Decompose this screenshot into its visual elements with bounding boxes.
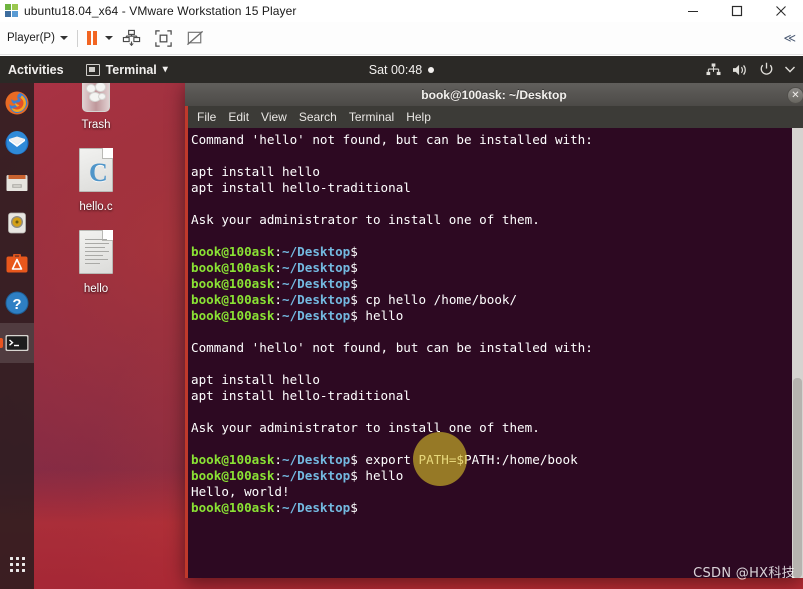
dock-item-firefox[interactable] — [0, 83, 34, 123]
menu-view[interactable]: View — [255, 108, 293, 126]
ubuntu-dock: ? — [0, 83, 34, 589]
help-icon: ? — [4, 290, 30, 316]
terminal-line: apt install hello — [191, 164, 320, 179]
menu-file[interactable]: File — [191, 108, 222, 126]
ubuntu-guest-screen: Activities Terminal ▾ Sat 00:48 ? Trash … — [0, 56, 803, 589]
terminal-scrollbar[interactable] — [792, 128, 803, 578]
c-source-file-icon: C — [75, 148, 117, 198]
thunderbird-icon — [4, 130, 30, 156]
dock-item-thunderbird[interactable] — [0, 123, 34, 163]
chevron-down-icon — [59, 36, 68, 40]
terminal-line: book@100ask:~/Desktop$ export PATH=$PATH… — [191, 452, 578, 467]
watermark-label: CSDN @HX科技 — [693, 566, 795, 581]
desktop-icon-label: hello — [83, 283, 109, 295]
terminal-line: book@100ask:~/Desktop$ — [191, 500, 358, 515]
player-menu-button[interactable]: Player(P) — [7, 32, 68, 44]
activities-button[interactable]: Activities — [8, 63, 64, 77]
terminal-app-icon — [85, 63, 100, 76]
terminal-line: Hello, world! — [191, 484, 290, 499]
terminal-line: apt install hello-traditional — [191, 180, 411, 195]
terminal-line: Ask your administrator to install one of… — [191, 212, 540, 227]
notification-dot-icon — [428, 66, 435, 73]
terminal-title-label: book@100ask: ~/Desktop — [421, 87, 567, 102]
desktop-icon-hello-c[interactable]: C hello.c — [60, 148, 132, 213]
terminal-line: book@100ask:~/Desktop$ hello — [191, 468, 404, 483]
dock-item-files[interactable] — [0, 163, 34, 203]
menu-help[interactable]: Help — [400, 108, 437, 126]
toolbar-separator — [76, 29, 78, 47]
pause-vm-button[interactable] — [86, 31, 97, 45]
terminal-line: apt install hello-traditional — [191, 388, 411, 403]
enter-fullscreen-icon[interactable] — [151, 27, 177, 49]
vmware-titlebar: ubuntu18.04_x64 - VMware Workstation 15 … — [0, 0, 803, 22]
system-menu-caret-icon[interactable] — [785, 66, 795, 73]
window-title: ubuntu18.04_x64 - VMware Workstation 15 … — [24, 3, 297, 18]
dock-item-rhythmbox[interactable] — [0, 203, 34, 243]
menu-search[interactable]: Search — [293, 108, 343, 126]
vmware-toolbar: Player(P) ≪ — [0, 22, 803, 55]
vmware-player-window: ubuntu18.04_x64 - VMware Workstation 15 … — [0, 0, 803, 589]
terminal-text: Command 'hello' not found, but can be in… — [191, 132, 792, 516]
chevron-down-icon: ▾ — [162, 64, 168, 75]
terminal-line: book@100ask:~/Desktop$ cp hello /home/bo… — [191, 292, 518, 307]
scrollbar-thumb[interactable] — [793, 378, 802, 578]
terminal-icon — [4, 330, 30, 356]
grid-icon — [9, 556, 25, 572]
terminal-line: book@100ask:~/Desktop$ — [191, 276, 358, 291]
network-icon[interactable] — [706, 62, 721, 77]
app-menu-label: Terminal — [105, 62, 157, 77]
maximize-button[interactable] — [715, 0, 759, 22]
send-ctrl-alt-del-icon[interactable] — [119, 27, 145, 49]
menu-edit[interactable]: Edit — [222, 108, 255, 126]
terminal-line: Command 'hello' not found, but can be in… — [191, 340, 593, 355]
files-icon — [4, 170, 30, 196]
show-applications-button[interactable] — [0, 547, 34, 581]
close-button[interactable] — [759, 0, 803, 22]
terminal-left-border — [185, 106, 188, 578]
terminal-line: Ask your administrator to install one of… — [191, 420, 540, 435]
terminal-output-area[interactable]: Command 'hello' not found, but can be in… — [185, 128, 803, 578]
unity-mode-icon[interactable] — [183, 27, 209, 49]
svg-text:?: ? — [12, 296, 21, 313]
terminal-menubar: File Edit View Search Terminal Help — [185, 106, 803, 128]
system-tray[interactable] — [706, 56, 795, 83]
terminal-line: book@100ask:~/Desktop$ — [191, 244, 358, 259]
minimize-button[interactable] — [671, 0, 715, 22]
terminal-line: book@100ask:~/Desktop$ hello — [191, 308, 404, 323]
dock-item-terminal[interactable] — [0, 323, 34, 363]
desktop-icon-hello[interactable]: hello — [60, 230, 132, 295]
ubuntu-top-panel: Activities Terminal ▾ Sat 00:48 — [0, 56, 803, 83]
rhythmbox-icon — [4, 210, 30, 236]
dock-item-help[interactable]: ? — [0, 283, 34, 323]
vmware-logo-icon — [5, 3, 19, 18]
pause-dropdown-caret-icon[interactable] — [104, 36, 113, 40]
power-icon[interactable] — [759, 62, 774, 77]
volume-icon[interactable] — [732, 63, 748, 77]
terminal-line: book@100ask:~/Desktop$ — [191, 260, 358, 275]
terminal-titlebar[interactable]: book@100ask: ~/Desktop ✕ — [185, 82, 803, 106]
generic-file-icon — [75, 230, 117, 280]
terminal-close-icon[interactable]: ✕ — [787, 87, 803, 104]
collapse-toolbar-button[interactable]: ≪ — [783, 31, 796, 45]
ubuntu-software-icon — [4, 250, 30, 276]
clock-label: Sat 00:48 — [368, 62, 423, 77]
terminal-window: book@100ask: ~/Desktop ✕ File Edit View … — [185, 82, 803, 578]
window-controls — [671, 0, 803, 22]
menu-terminal[interactable]: Terminal — [343, 108, 400, 126]
terminal-line: Command 'hello' not found, but can be in… — [191, 132, 593, 147]
firefox-icon — [4, 90, 30, 116]
desktop-icon-label: hello.c — [79, 201, 113, 213]
app-menu-button[interactable]: Terminal ▾ — [85, 62, 168, 77]
terminal-line: apt install hello — [191, 372, 320, 387]
player-menu-label: Player(P) — [7, 32, 55, 44]
dock-item-ubuntu-software[interactable] — [0, 243, 34, 283]
desktop-icon-label: Trash — [81, 119, 111, 131]
